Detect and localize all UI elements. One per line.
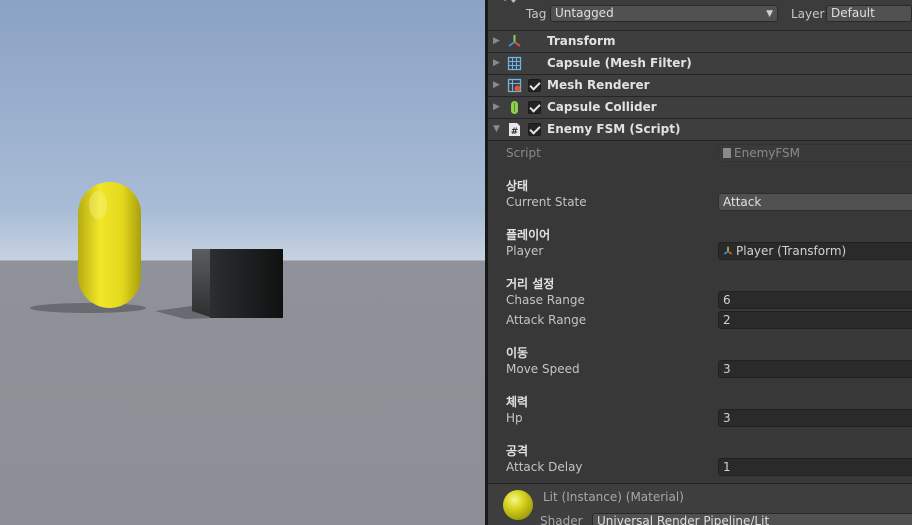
transform-axes-icon: [508, 35, 521, 47]
shader-value: Universal Render Pipeline/Lit: [597, 514, 770, 525]
foldout-arrow-icon[interactable]: ▶: [493, 58, 500, 68]
foldout-expanded-arrow-icon[interactable]: ▼: [493, 124, 500, 134]
component-header-transform[interactable]: ▶ Transform: [488, 31, 912, 53]
cube-side: [192, 249, 213, 318]
scene-objects: [30, 182, 283, 319]
current-state-dropdown[interactable]: Attack: [718, 193, 912, 211]
attack-delay-value: 1: [723, 460, 731, 474]
shader-dropdown[interactable]: Universal Render Pipeline/Lit: [592, 513, 912, 525]
script-label: Script: [506, 146, 541, 160]
shader-label: Shader: [540, 514, 583, 525]
move-speed-label: Move Speed: [506, 362, 580, 376]
current-state-label: Current State: [506, 195, 587, 209]
tag-dropdown[interactable]: Untagged ▼: [550, 5, 778, 22]
component-name: Capsule Collider: [547, 100, 657, 114]
enable-checkbox[interactable]: [528, 79, 541, 92]
player-value: Player (Transform): [736, 244, 847, 258]
material-name: Lit (Instance) (Material): [543, 490, 684, 504]
move-speed-input[interactable]: 3: [718, 360, 912, 378]
attack-delay-input[interactable]: 1: [718, 458, 912, 476]
cube-object[interactable]: [210, 249, 283, 318]
section-header-state: 상태: [506, 179, 529, 193]
section-header-movement: 이동: [506, 346, 529, 360]
material-preview-sphere-icon: [503, 490, 533, 520]
section-header-distance: 거리 설정: [506, 277, 555, 291]
enable-checkbox[interactable]: [528, 101, 541, 114]
capsule-shadow: [30, 303, 146, 313]
layer-dropdown[interactable]: Default: [826, 5, 912, 22]
tag-label: Tag: [526, 7, 547, 21]
gameobject-cube-icon: [503, 0, 516, 3]
material-header[interactable]: Lit (Instance) (Material) Shader Univers…: [488, 483, 912, 525]
svg-text:#: #: [511, 127, 519, 137]
capsule-object[interactable]: [78, 182, 141, 308]
mesh-renderer-icon: [507, 78, 522, 93]
attack-range-value: 2: [723, 313, 731, 327]
csharp-script-icon: #: [509, 123, 520, 137]
script-reference-field: EnemyFSM: [718, 144, 912, 162]
attack-delay-label: Attack Delay: [506, 460, 583, 474]
component-header-mesh-renderer[interactable]: ▶ Mesh Renderer: [488, 75, 912, 97]
move-speed-value: 3: [723, 362, 731, 376]
enable-checkbox[interactable]: [528, 123, 541, 136]
current-state-value: Attack: [723, 195, 762, 209]
component-name: Capsule (Mesh Filter): [547, 56, 692, 70]
chase-range-label: Chase Range: [506, 293, 585, 307]
component-header-capsule-collider[interactable]: ▶ Capsule Collider: [488, 97, 912, 119]
foldout-arrow-icon[interactable]: ▶: [493, 80, 500, 90]
inspector-panel: Tag Untagged ▼ Layer Default ▶ Transform…: [488, 0, 912, 525]
enemy-fsm-body: Script EnemyFSM 상태 Current State Attack …: [488, 142, 912, 483]
section-header-health: 체력: [506, 395, 529, 409]
transform-axes-icon: [723, 246, 733, 255]
chase-range-value: 6: [723, 293, 731, 307]
component-name: Mesh Renderer: [547, 78, 650, 92]
hp-label: Hp: [506, 411, 523, 425]
player-object-field[interactable]: Player (Transform): [718, 242, 912, 260]
layer-label: Layer: [791, 7, 825, 21]
mesh-filter-grid-icon: [507, 56, 522, 71]
attack-range-label: Attack Range: [506, 313, 587, 327]
foldout-arrow-icon[interactable]: ▶: [493, 102, 500, 112]
tag-layer-row: Tag Untagged ▼ Layer Default: [488, 0, 912, 31]
hp-input[interactable]: 3: [718, 409, 912, 427]
section-header-attack: 공격: [506, 444, 529, 458]
component-name: Enemy FSM (Script): [547, 122, 681, 136]
section-header-player: 플레이어: [506, 228, 551, 242]
foldout-arrow-icon[interactable]: ▶: [493, 36, 500, 46]
script-value: EnemyFSM: [734, 146, 801, 160]
hp-value: 3: [723, 411, 731, 425]
attack-range-input[interactable]: 2: [718, 311, 912, 329]
layer-value: Default: [831, 6, 875, 20]
script-file-icon: [723, 148, 731, 158]
component-header-enemy-fsm[interactable]: ▼ # Enemy FSM (Script): [488, 119, 912, 141]
tag-value: Untagged: [555, 6, 614, 20]
scene-view[interactable]: [0, 0, 485, 525]
chevron-down-icon: ▼: [766, 9, 773, 19]
component-header-mesh-filter[interactable]: ▶ Capsule (Mesh Filter): [488, 53, 912, 75]
component-name: Transform: [547, 34, 616, 48]
player-label: Player: [506, 244, 544, 258]
chase-range-input[interactable]: 6: [718, 291, 912, 309]
capsule-collider-icon: [511, 101, 518, 114]
